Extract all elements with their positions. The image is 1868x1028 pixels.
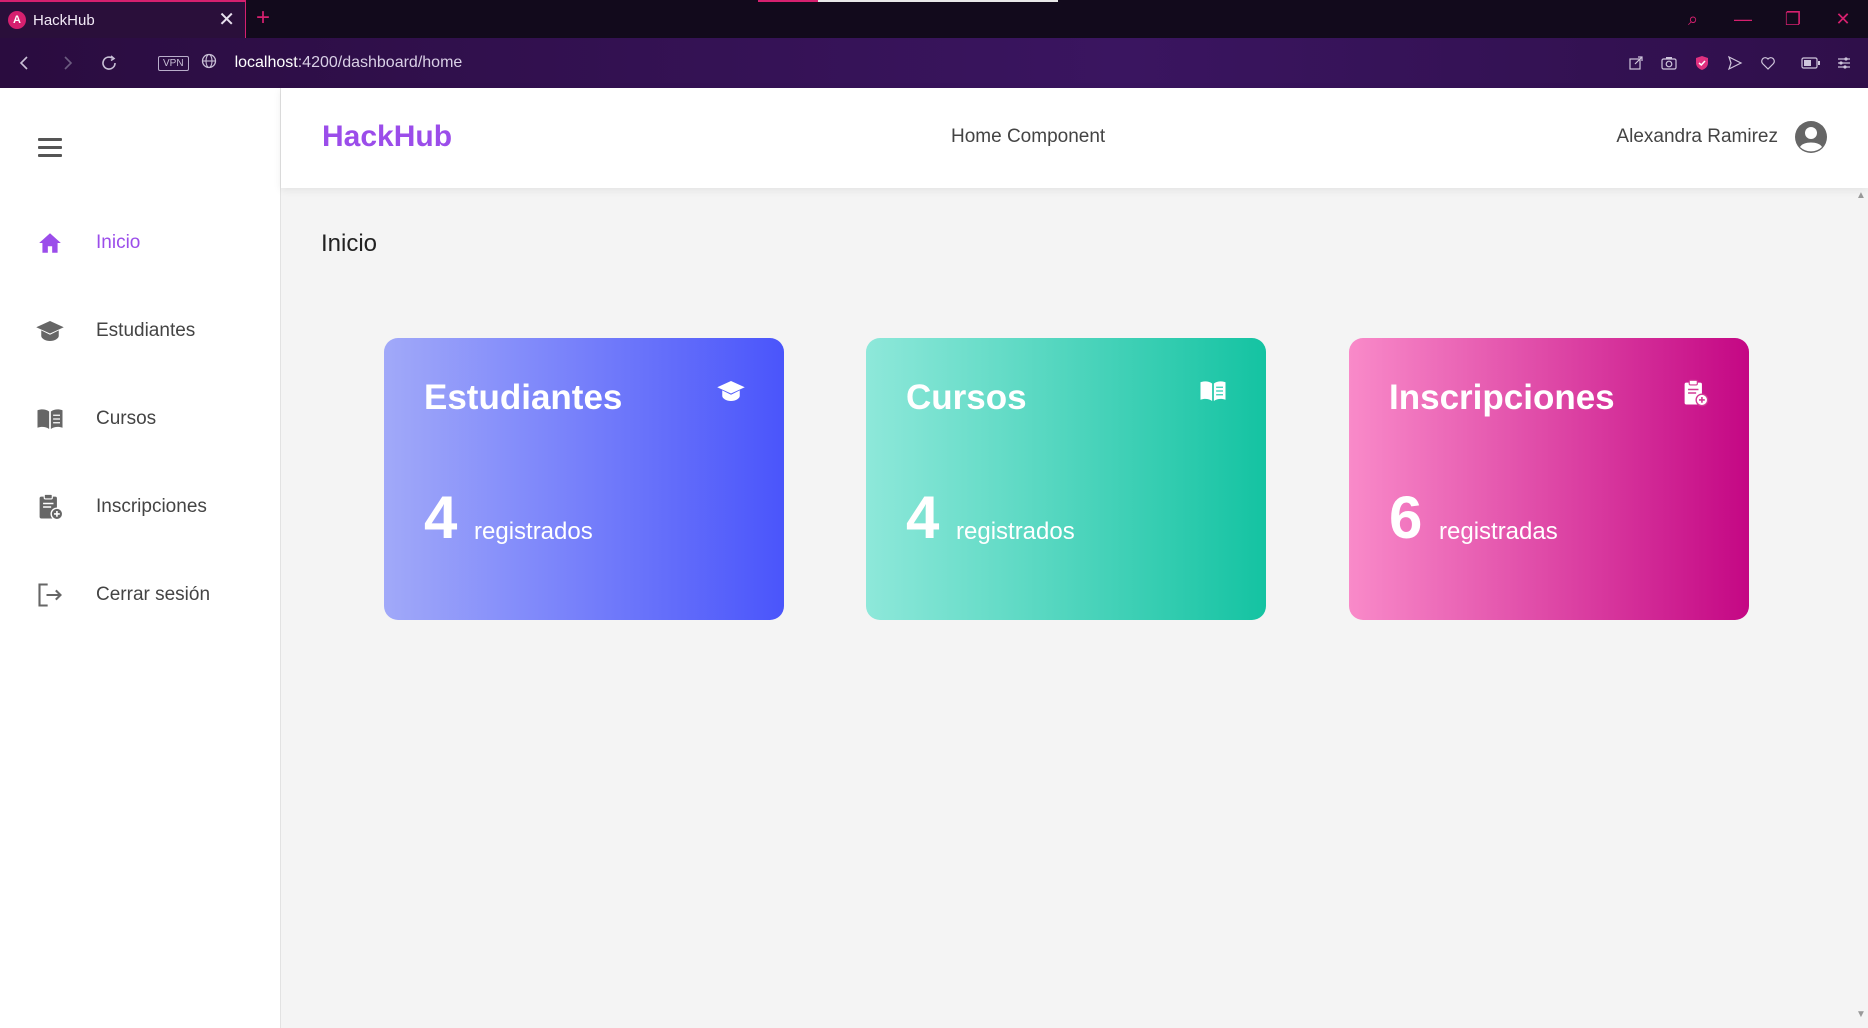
stat-card-estudiantes[interactable]: Estudiantes 4 registrados (384, 338, 784, 620)
new-tab-button[interactable]: + (256, 4, 270, 32)
component-title: Home Component (951, 126, 1106, 147)
book-icon (34, 403, 66, 435)
vpn-badge[interactable]: VPN (158, 55, 189, 71)
tab-title: HackHub (33, 11, 95, 29)
shield-icon[interactable] (1685, 38, 1718, 88)
card-title: Estudiantes (424, 378, 623, 417)
window-controls: ⌕ — ❐ ✕ (1668, 0, 1868, 38)
sidebar-item-inicio[interactable]: Inicio (34, 218, 264, 268)
sidebar-item-label: Cerrar sesión (96, 584, 211, 605)
page-title: Inicio (321, 230, 378, 257)
url-path: :4200/dashboard/home (297, 54, 463, 71)
sidebar-item-label: Cursos (96, 408, 157, 429)
back-icon[interactable] (4, 38, 46, 88)
graduation-cap-icon (34, 315, 66, 347)
browser-tab[interactable]: A HackHub ✕ (0, 0, 246, 38)
page-loading-indicator (758, 0, 1058, 2)
card-count: 6 (1389, 484, 1423, 551)
forward-icon[interactable] (46, 38, 88, 88)
menu-toggle-icon[interactable] (38, 138, 62, 162)
brand-logo[interactable]: HackHub (322, 120, 452, 154)
sidebar-item-cursos[interactable]: Cursos (34, 394, 264, 444)
scroll-up-icon[interactable]: ▲ (1856, 190, 1866, 201)
user-avatar-icon[interactable] (1794, 120, 1828, 154)
sidebar-item-label: Inicio (96, 232, 141, 253)
logout-icon (34, 579, 66, 611)
globe-icon[interactable] (201, 53, 217, 74)
browser-tab-bar: A HackHub ✕ + ⌕ — ❐ ✕ (0, 0, 1868, 38)
clipboard-add-icon (1681, 378, 1711, 408)
book-icon (1198, 378, 1228, 408)
stat-card-cursos[interactable]: Cursos 4 registrados (866, 338, 1266, 620)
share-icon[interactable] (1619, 38, 1652, 88)
heart-icon[interactable] (1751, 38, 1784, 88)
scroll-down-icon[interactable]: ▼ (1856, 1009, 1866, 1020)
card-unit: registrados (956, 518, 1075, 545)
search-tabs-icon[interactable]: ⌕ (1668, 0, 1718, 38)
home-icon (34, 227, 66, 259)
send-icon[interactable] (1718, 38, 1751, 88)
sidebar-item-cerrar-sesion[interactable]: Cerrar sesión (34, 570, 264, 620)
sidebar-item-label: Inscripciones (96, 496, 207, 517)
browser-address-bar: VPN localhost:4200/dashboard/home (0, 38, 1868, 88)
url-field[interactable]: localhost:4200/dashboard/home (235, 54, 463, 72)
card-title: Cursos (906, 378, 1027, 417)
settings-sliders-icon[interactable] (1827, 38, 1860, 88)
graduation-cap-icon (716, 378, 746, 408)
battery-icon[interactable] (1794, 38, 1827, 88)
card-unit: registrados (474, 518, 593, 545)
sidebar: Inicio Estudiantes Cursos Inscripciones … (0, 88, 281, 1028)
close-window-button[interactable]: ✕ (1818, 0, 1868, 38)
restore-window-button[interactable]: ❐ (1768, 0, 1818, 38)
url-host: localhost (234, 54, 298, 71)
sidebar-item-label: Estudiantes (96, 320, 196, 341)
app-header: HackHub Home Component Alexandra Ramirez (281, 88, 1868, 188)
card-count: 4 (906, 484, 940, 551)
address-bar-actions (1619, 38, 1860, 88)
card-count: 4 (424, 484, 458, 551)
reload-icon[interactable] (88, 38, 130, 88)
card-title: Inscripciones (1389, 378, 1615, 417)
stat-card-inscripciones[interactable]: Inscripciones 6 registradas (1349, 338, 1749, 620)
card-unit: registradas (1439, 518, 1558, 545)
user-name[interactable]: Alexandra Ramirez (1616, 126, 1778, 148)
camera-icon[interactable] (1652, 38, 1685, 88)
minimize-window-button[interactable]: — (1718, 0, 1768, 38)
sidebar-item-inscripciones[interactable]: Inscripciones (34, 482, 264, 532)
close-tab-icon[interactable]: ✕ (218, 10, 235, 30)
clipboard-add-icon (34, 491, 66, 523)
app-favicon-icon: A (8, 11, 26, 29)
sidebar-item-estudiantes[interactable]: Estudiantes (34, 306, 264, 356)
